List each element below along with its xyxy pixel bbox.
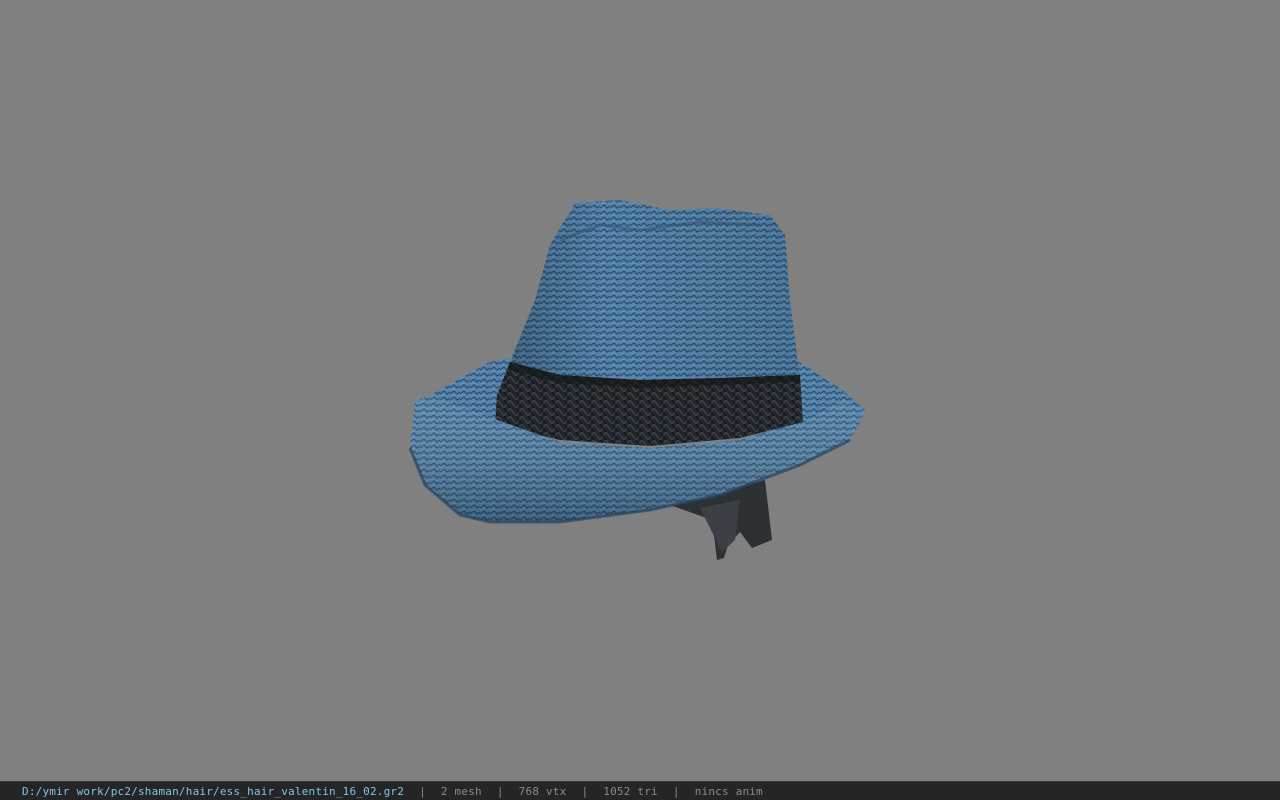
separator: | <box>672 784 680 798</box>
animation-status: nincs anim <box>694 784 763 798</box>
separator: | <box>581 784 589 798</box>
hat-crown <box>500 200 800 390</box>
separator: | <box>496 784 504 798</box>
vertex-count: 768 vtx <box>518 784 567 798</box>
mesh-count: 2 mesh <box>440 784 482 798</box>
file-path: D:/ymir work/pc2/shaman/hair/ess_hair_va… <box>22 784 405 798</box>
status-bar: D:/ymir work/pc2/shaman/hair/ess_hair_va… <box>0 781 1280 800</box>
triangle-count: 1052 tri <box>603 784 658 798</box>
3d-viewport[interactable] <box>0 0 1280 781</box>
hat-model[interactable] <box>0 0 1280 781</box>
separator: | <box>419 784 426 798</box>
